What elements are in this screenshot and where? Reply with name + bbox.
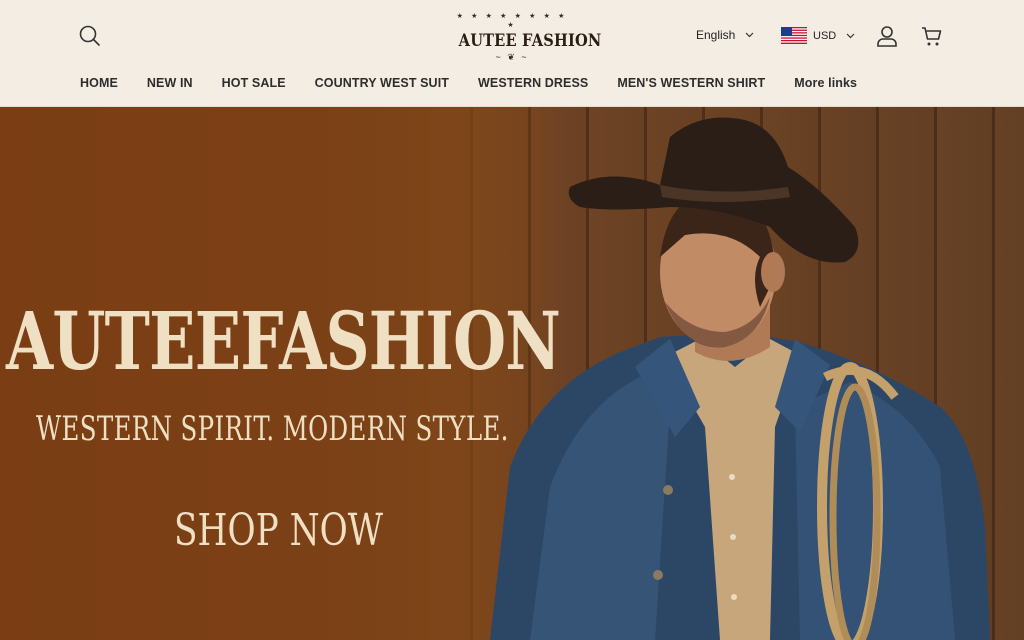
hero-subtitle: WESTERN SPIRIT. MODERN STYLE. — [36, 409, 509, 449]
nav-item-new-in[interactable]: NEW IN — [147, 76, 193, 90]
shop-now-button[interactable]: SHOP NOW — [174, 505, 383, 556]
hero-title: AUTEEFASHION — [6, 294, 561, 388]
site-header: ★ ★ ★ ★ ★ ★ ★ ★ ★ AUTEE FASHION ~ ❦ ~ En… — [0, 0, 1024, 107]
logo-stars: ★ ★ ★ ★ ★ ★ ★ ★ ★ — [456, 12, 568, 29]
language-selector[interactable]: English — [696, 28, 754, 42]
nav-item-country-west-suit[interactable]: COUNTRY WEST SUIT — [315, 76, 449, 90]
chevron-down-icon — [745, 32, 754, 38]
chevron-down-icon — [846, 33, 855, 38]
us-flag-icon — [781, 27, 807, 44]
account-button[interactable] — [875, 24, 899, 48]
site-logo[interactable]: ★ ★ ★ ★ ★ ★ ★ ★ ★ AUTEE FASHION ~ ❦ ~ — [450, 12, 602, 62]
nav-item-more-links[interactable]: More links — [794, 76, 857, 90]
main-nav: HOME NEW IN HOT SALE COUNTRY WEST SUIT W… — [80, 76, 857, 90]
nav-item-hot-sale[interactable]: HOT SALE — [222, 76, 286, 90]
currency-label: USD — [813, 29, 837, 42]
nav-item-home[interactable]: HOME — [80, 76, 118, 90]
search-icon — [79, 25, 100, 46]
search-button[interactable] — [78, 24, 102, 48]
nav-item-mens-western-shirt[interactable]: MEN'S WESTERN SHIRT — [617, 76, 765, 90]
logo-ornament: ~ ❦ ~ — [495, 52, 529, 62]
nav-item-western-dress[interactable]: WESTERN DRESS — [478, 76, 588, 90]
cart-icon — [922, 27, 942, 46]
hero-banner[interactable]: AUTEEFASHION WESTERN SPIRIT. MODERN STYL… — [0, 107, 1024, 640]
language-label: English — [696, 28, 736, 42]
logo-text: AUTEE FASHION — [458, 31, 602, 51]
currency-selector[interactable]: USD — [781, 27, 855, 44]
cart-button[interactable] — [920, 24, 944, 48]
account-icon — [877, 26, 897, 47]
